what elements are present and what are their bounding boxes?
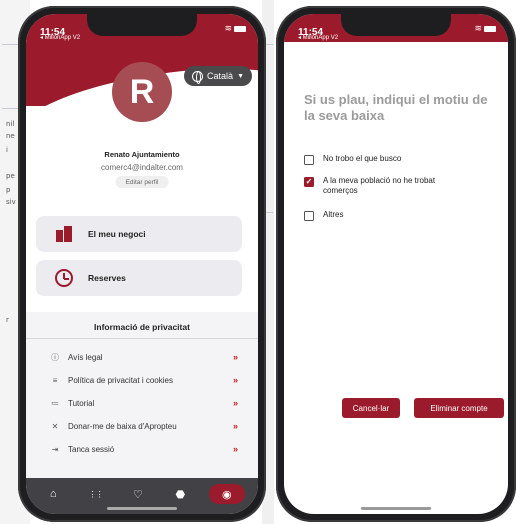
caret-down-icon: ▼ [237,72,244,80]
checkbox[interactable] [304,211,314,221]
chevron-right-icon: » [232,375,238,385]
cancel-button[interactable]: Cancel·lar [342,398,400,418]
tab-categories[interactable]: ⋮⋮ [82,485,110,503]
my-business-label: El meu negoci [88,229,146,239]
doc-fragment: i [6,146,8,154]
privacy-item-label: Donar-me de baixa d'Apropteu [68,421,177,431]
tab-offers[interactable]: ⬣ [166,485,194,503]
privacy-item-label: Tutorial [68,398,95,408]
unsubscribe-screen: 11:54 ◂ MillonApp V2 ≋ Si us plau, indiq… [284,14,508,514]
unsubscribe-question: Si us plau, indiqui el motiu de la seva … [304,92,488,123]
language-selector[interactable]: Català ▼ [184,66,252,86]
privacy-item-label: Tanca sessió [68,444,115,454]
checkbox[interactable] [304,155,314,165]
screenshot-stage: nil ne i pe p siv r 11:54 ◂ MillonApp V2… [0,0,516,524]
clock-icon [54,268,74,288]
home-indicator [107,507,177,510]
logout-icon: ⇥ [51,444,59,454]
privacy-item-tutorial[interactable]: ≔ Tutorial » [26,396,258,410]
account-icon: ◉ [221,488,232,501]
tab-favorites[interactable]: ♡ [124,485,152,503]
divider [26,338,258,339]
building-icon [54,224,74,244]
reason-label: No trobo el que busco [323,154,402,163]
reservations-button[interactable]: Reserves [36,260,242,296]
edit-profile-button[interactable]: Editar perfil [115,176,169,188]
privacy-item-unsubscribe[interactable]: ✕ Donar-me de baixa d'Apropteu » [26,419,258,433]
privacy-item-privacy-policy[interactable]: ≡ Política de privacitat i cookies » [26,373,258,387]
bullet-list-icon: ≔ [51,398,59,408]
close-icon: ✕ [51,421,59,431]
home-indicator [361,507,431,510]
doc-fragment: pe [6,172,15,180]
privacy-item-legal-notice[interactable]: ⓘ Avís legal » [26,350,258,364]
privacy-item-label: Avís legal [68,352,103,362]
checkbox-checked[interactable]: ✓ [304,177,314,187]
back-to-app-link[interactable]: ◂ MillonApp V2 [40,34,80,41]
my-business-button[interactable]: El meu negoci [36,216,242,252]
heart-icon: ♡ [133,488,143,501]
doc-fragment: r [6,316,9,324]
back-to-app-link[interactable]: ◂ MillonApp V2 [298,34,338,41]
tab-home[interactable]: ⌂ [39,485,67,503]
privacy-item-label: Política de privacitat i cookies [68,375,173,385]
list-icon: ≡ [52,375,58,385]
reason-label: A la meva població no he trobat comerços [323,176,436,195]
battery-icon [234,25,246,32]
status-icons: ≋ [474,23,496,34]
tab-account[interactable]: ◉ [208,484,245,504]
privacy-title: Informació de privacitat [94,322,190,332]
reason-option-not-found[interactable]: No trobo el que busco [304,154,498,165]
status-icons: ≋ [224,23,246,34]
reservations-label: Reserves [88,273,126,283]
doc-fragment: siv [6,198,16,206]
reason-option-other[interactable]: Altres [304,210,498,221]
chevron-right-icon: » [232,421,238,431]
privacy-item-logout[interactable]: ⇥ Tanca sessió » [26,442,258,456]
tag-icon: ⬣ [175,488,186,501]
profile-screen: 11:54 ◂ MillonApp V2 ≋ Català ▼ R Renato… [26,14,258,514]
check-icon: ✓ [305,177,313,186]
status-bar: 11:54 ◂ MillonApp V2 ≋ [40,22,246,41]
doc-fragment: p [6,186,11,194]
chevron-right-icon: » [232,352,238,362]
language-label: Català [207,71,234,81]
reason-label: Altres [323,210,344,219]
delete-account-button[interactable]: Eliminar compte [414,398,504,418]
phone-unsubscribe: 11:54 ◂ MillonApp V2 ≋ Si us plau, indiq… [276,6,516,522]
phone-profile: 11:54 ◂ MillonApp V2 ≋ Català ▼ R Renato… [18,6,266,522]
doc-fragment: ne [6,132,15,140]
home-icon: ⌂ [49,488,57,500]
wifi-icon: ≋ [224,23,232,33]
grid-icon: ⋮⋮ [88,489,104,499]
avatar: R [112,62,172,122]
chevron-right-icon: » [232,444,238,454]
globe-icon [192,70,204,84]
chevron-right-icon: » [232,398,238,408]
status-bar: 11:54 ◂ MillonApp V2 ≋ [298,22,496,41]
info-icon: ⓘ [51,352,59,362]
doc-fragment: nil [6,120,15,128]
profile-email: comerc4@indalter.com [101,163,183,172]
profile-name: Renato Ajuntamiento [104,150,180,159]
wifi-icon: ≋ [474,23,482,33]
reason-option-no-shops[interactable]: ✓ A la meva població no he trobat comerç… [304,176,498,196]
battery-icon [484,25,496,32]
